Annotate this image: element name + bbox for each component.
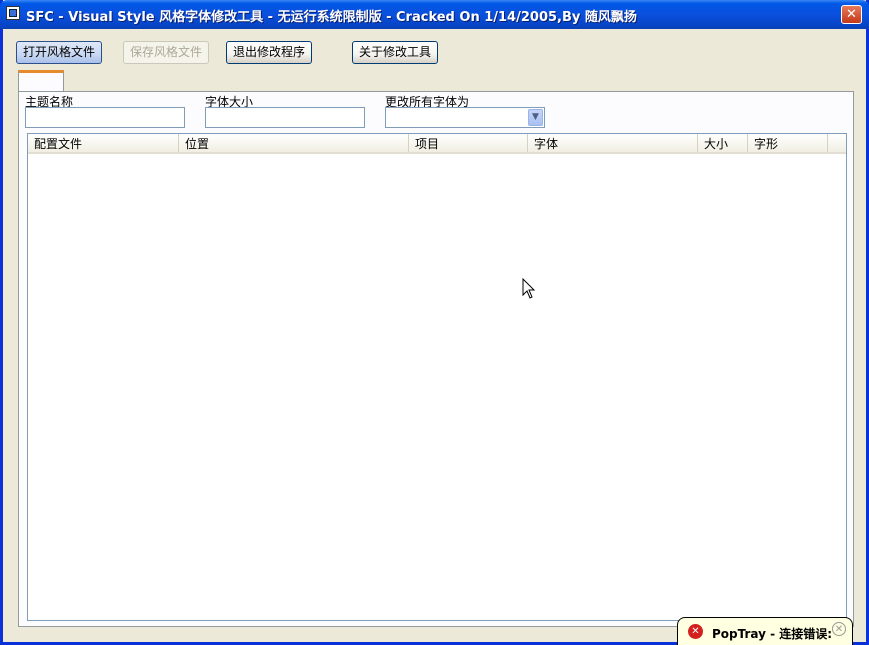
theme-name-input[interactable] <box>25 107 185 128</box>
column-header-item[interactable]: 项目 <box>409 134 528 152</box>
notification-text: PopTray - 连接错误: <box>712 627 833 641</box>
chevron-down-icon[interactable]: ▼ <box>528 109 543 126</box>
column-header-location[interactable]: 位置 <box>179 134 409 152</box>
change-all-fonts-select[interactable]: ▼ <box>385 107 545 128</box>
table-header: 配置文件 位置 项目 字体 大小 字形 <box>28 134 846 154</box>
font-size-input[interactable] <box>205 107 365 128</box>
tab-main[interactable] <box>18 70 64 92</box>
poptray-notification[interactable]: ✕ PopTray - 连接错误: ✕ <box>677 617 853 645</box>
about-button[interactable]: 关于修改工具 <box>352 41 438 64</box>
app-window: SFC - Visual Style 风格字体修改工具 - 无运行系统限制版 -… <box>0 0 869 645</box>
error-icon: ✕ <box>688 624 703 639</box>
save-style-file-button[interactable]: 保存风格文件 <box>123 41 209 64</box>
font-config-table[interactable]: 配置文件 位置 项目 字体 大小 字形 <box>27 133 847 621</box>
window-title: SFC - Visual Style 风格字体修改工具 - 无运行系统限制版 -… <box>26 10 637 25</box>
close-button[interactable]: ✕ <box>841 5 862 24</box>
close-icon[interactable]: ✕ <box>832 622 846 636</box>
open-style-file-button[interactable]: 打开风格文件 <box>16 41 102 64</box>
app-icon[interactable] <box>6 6 20 20</box>
mouse-cursor-icon <box>522 278 536 299</box>
column-header-config-file[interactable]: 配置文件 <box>28 134 179 152</box>
title-bar[interactable]: SFC - Visual Style 风格字体修改工具 - 无运行系统限制版 -… <box>0 0 869 29</box>
column-header-style[interactable]: 字形 <box>748 134 828 152</box>
column-header-size[interactable]: 大小 <box>698 134 748 152</box>
exit-program-button[interactable]: 退出修改程序 <box>226 41 312 64</box>
column-header-font[interactable]: 字体 <box>528 134 698 152</box>
